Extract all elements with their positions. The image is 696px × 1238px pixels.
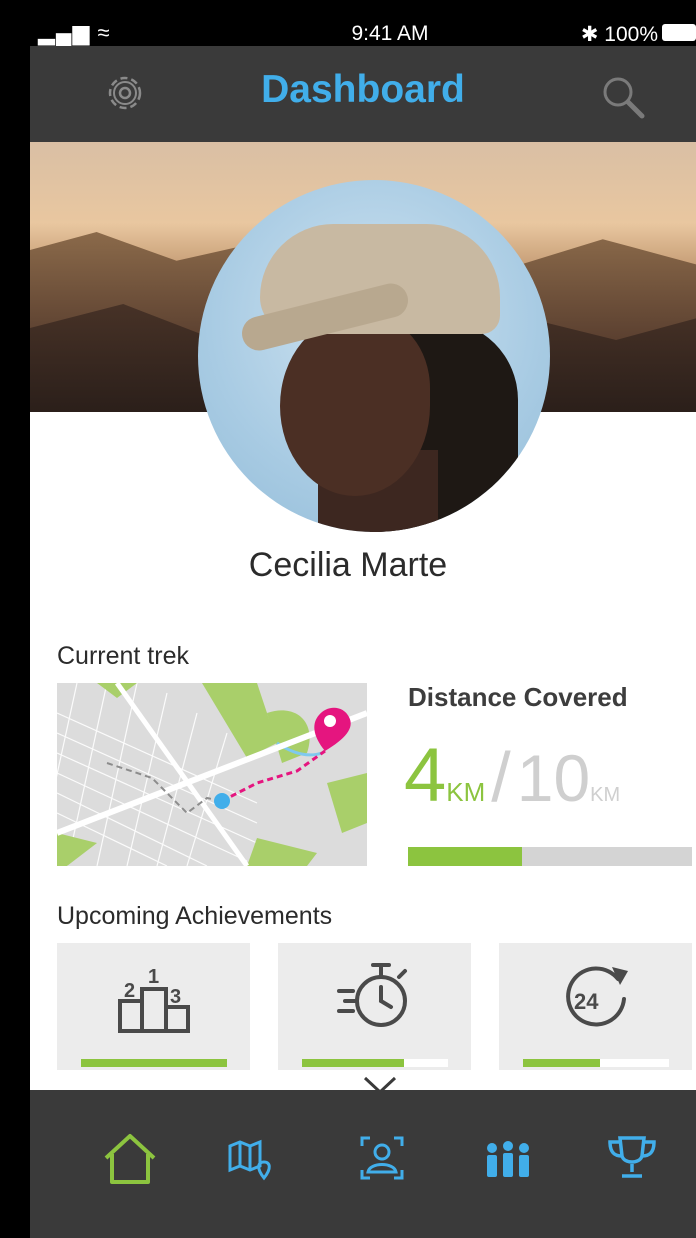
bottom-nav [30, 1090, 696, 1238]
achievement-card-podium[interactable]: 2 1 3 [57, 943, 250, 1070]
distance-progress-bar [408, 847, 692, 866]
distance-progress-fill [408, 847, 522, 866]
achievement-card-speed[interactable] [278, 943, 471, 1070]
achievement-progress-bar [302, 1059, 448, 1067]
distance-covered-unit: KM [446, 777, 486, 807]
achievement-progress-fill [302, 1059, 405, 1067]
battery-icon [662, 24, 696, 41]
page-title: Dashboard [261, 68, 465, 111]
distance-covered-title: Distance Covered [408, 682, 628, 712]
svg-text:3: 3 [170, 986, 181, 1008]
stopwatch-speed-icon [336, 963, 407, 1027]
home-icon[interactable] [100, 1128, 160, 1188]
distance-readout: 4KM/10KM [404, 738, 620, 828]
svg-text:24: 24 [574, 989, 599, 1014]
trophy-icon[interactable] [602, 1128, 662, 1188]
search-icon[interactable] [598, 72, 648, 122]
distance-covered-value: 4 [404, 733, 447, 818]
svg-text:1: 1 [148, 966, 159, 988]
distance-total-value: 10 [516, 741, 591, 815]
24-hour-icon: 24 [565, 966, 628, 1027]
map-icon[interactable] [218, 1128, 278, 1188]
svg-text:2: 2 [124, 980, 135, 1002]
achievement-progress-fill [81, 1059, 227, 1067]
podium-icon: 2 1 3 [117, 966, 190, 1033]
upcoming-achievements-heading: Upcoming Achievements [57, 902, 333, 930]
avatar[interactable] [198, 180, 550, 532]
trek-map[interactable] [57, 683, 367, 866]
app-header: Dashboard [30, 46, 696, 142]
distance-separator: / [491, 738, 511, 816]
achievement-card-24h[interactable]: 24 [499, 943, 692, 1070]
current-trek-heading: Current trek [57, 642, 189, 670]
battery-label: ✱ 100% [580, 23, 658, 46]
achievement-progress-bar [81, 1059, 227, 1067]
group-icon[interactable] [478, 1128, 538, 1188]
scan-profile-icon[interactable] [352, 1128, 412, 1188]
achievement-progress-bar [523, 1059, 669, 1067]
profile-name: Cecilia Marte [248, 546, 448, 584]
distance-total-unit: KM [590, 784, 621, 806]
achievement-progress-fill [523, 1059, 601, 1067]
